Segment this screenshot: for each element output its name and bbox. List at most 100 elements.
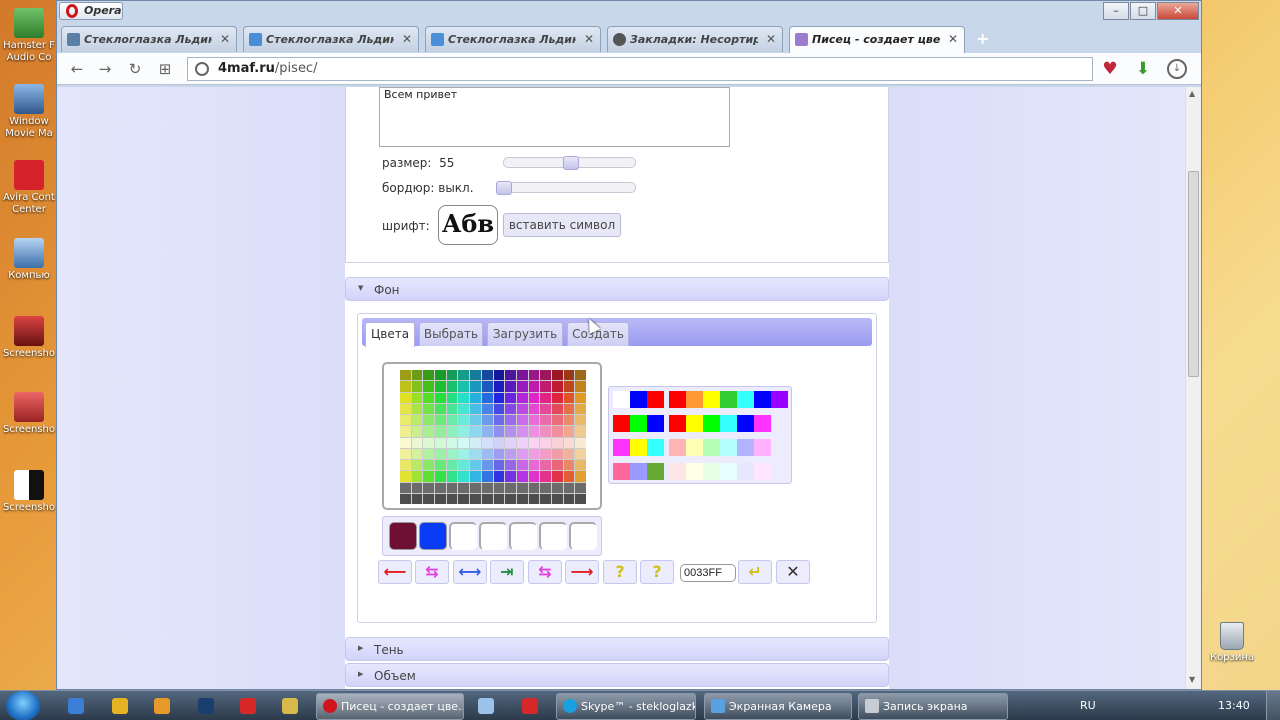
palette-color-cell[interactable] bbox=[551, 493, 563, 504]
recent-color-swatch[interactable] bbox=[389, 522, 417, 550]
palette-color-cell[interactable] bbox=[540, 403, 551, 414]
size-slider-handle[interactable] bbox=[563, 156, 579, 170]
palette-color-cell[interactable] bbox=[505, 381, 516, 392]
palette-color-cell[interactable] bbox=[446, 381, 458, 392]
palette-color-cell[interactable] bbox=[481, 460, 493, 471]
quick-color-swatch[interactable] bbox=[630, 391, 647, 408]
palette-color-cell[interactable] bbox=[400, 370, 411, 381]
quick-color-swatch[interactable] bbox=[686, 439, 703, 456]
palette-color-cell[interactable] bbox=[516, 448, 528, 459]
palette-color-cell[interactable] bbox=[575, 460, 586, 471]
palette-color-cell[interactable] bbox=[493, 493, 505, 504]
quick-color-swatch[interactable] bbox=[613, 439, 630, 456]
palette-color-cell[interactable] bbox=[458, 392, 470, 403]
palette-color-cell[interactable] bbox=[458, 460, 470, 471]
tab-close-icon[interactable]: ✕ bbox=[584, 32, 594, 46]
palette-color-cell[interactable] bbox=[470, 471, 481, 482]
app-icon[interactable] bbox=[478, 698, 494, 714]
palette-color-cell[interactable] bbox=[528, 460, 540, 471]
palette-color-cell[interactable] bbox=[528, 370, 540, 381]
tab-close-icon[interactable]: ✕ bbox=[402, 32, 412, 46]
palette-color-cell[interactable] bbox=[540, 437, 551, 448]
text-input[interactable]: Всем привет bbox=[379, 87, 730, 147]
palette-color-cell[interactable] bbox=[470, 493, 481, 504]
tab-close-icon[interactable]: ✕ bbox=[220, 32, 230, 46]
yandex-icon[interactable] bbox=[522, 698, 538, 714]
palette-color-cell[interactable] bbox=[470, 392, 481, 403]
palette-color-cell[interactable] bbox=[528, 493, 540, 504]
palette-color-cell[interactable] bbox=[400, 381, 411, 392]
palette-color-cell[interactable] bbox=[575, 482, 586, 493]
download-arrow-icon[interactable]: ⬇ bbox=[1132, 59, 1154, 79]
palette-color-cell[interactable] bbox=[470, 437, 481, 448]
palette-color-cell[interactable] bbox=[470, 415, 481, 426]
palette-color-cell[interactable] bbox=[400, 437, 411, 448]
tab-choose[interactable]: Выбрать bbox=[419, 322, 483, 346]
palette-color-cell[interactable] bbox=[446, 482, 458, 493]
desktop-icon-computer[interactable]: Компью bbox=[0, 238, 58, 282]
quick-color-swatch[interactable] bbox=[613, 415, 630, 432]
palette-color-cell[interactable] bbox=[411, 437, 423, 448]
palette-color-cell[interactable] bbox=[446, 392, 458, 403]
palette-color-cell[interactable] bbox=[540, 426, 551, 437]
palette-color-cell[interactable] bbox=[435, 392, 446, 403]
desktop-icon-screenshot-1[interactable]: Screensho bbox=[0, 316, 58, 360]
palette-color-cell[interactable] bbox=[400, 493, 411, 504]
palette-color-cell[interactable] bbox=[528, 482, 540, 493]
palette-color-cell[interactable] bbox=[435, 460, 446, 471]
palette-color-cell[interactable] bbox=[400, 403, 411, 414]
quick-color-swatch[interactable] bbox=[737, 439, 754, 456]
palette-color-cell[interactable] bbox=[528, 381, 540, 392]
palette-color-cell[interactable] bbox=[516, 370, 528, 381]
palette-color-cell[interactable] bbox=[423, 460, 435, 471]
palette-color-cell[interactable] bbox=[481, 448, 493, 459]
desktop-icon-screenshot-3[interactable]: Screensho bbox=[0, 470, 58, 514]
palette-color-cell[interactable] bbox=[446, 426, 458, 437]
palette-color-cell[interactable] bbox=[481, 493, 493, 504]
palette-color-cell[interactable] bbox=[505, 392, 516, 403]
palette-color-cell[interactable] bbox=[435, 471, 446, 482]
palette-color-cell[interactable] bbox=[423, 392, 435, 403]
quick-color-swatch[interactable] bbox=[754, 463, 771, 480]
palette-color-cell[interactable] bbox=[563, 437, 575, 448]
palette-color-cell[interactable] bbox=[411, 493, 423, 504]
palette-color-cell[interactable] bbox=[446, 448, 458, 459]
palette-color-cell[interactable] bbox=[458, 448, 470, 459]
palette-color-cell[interactable] bbox=[540, 471, 551, 482]
palette-color-cell[interactable] bbox=[458, 381, 470, 392]
palette-color-cell[interactable] bbox=[551, 370, 563, 381]
desktop-icon-hamster[interactable]: Hamster F Audio Co bbox=[0, 8, 58, 64]
scroll-up-icon[interactable]: ▲ bbox=[1189, 89, 1195, 98]
palette-color-cell[interactable] bbox=[540, 415, 551, 426]
palette-color-cell[interactable] bbox=[493, 426, 505, 437]
close-window-button[interactable]: ✕ bbox=[1157, 2, 1199, 20]
palette-color-cell[interactable] bbox=[446, 437, 458, 448]
task-skype[interactable]: Skype™ - stekloglazk... bbox=[556, 693, 696, 720]
palette-color-cell[interactable] bbox=[551, 437, 563, 448]
arrow-both-icon[interactable]: ⟷ bbox=[453, 560, 487, 584]
chrome-icon[interactable] bbox=[112, 698, 128, 714]
palette-color-cell[interactable] bbox=[540, 392, 551, 403]
palette-color-cell[interactable] bbox=[493, 437, 505, 448]
palette-color-cell[interactable] bbox=[470, 403, 481, 414]
palette-color-cell[interactable] bbox=[481, 482, 493, 493]
browser-tab-3[interactable]: Стеклоглазка Льдинка ✕ bbox=[425, 26, 601, 52]
palette-color-cell[interactable] bbox=[540, 381, 551, 392]
palette-color-cell[interactable] bbox=[481, 381, 493, 392]
palette-color-cell[interactable] bbox=[575, 448, 586, 459]
palette-color-cell[interactable] bbox=[458, 471, 470, 482]
border-slider-handle[interactable] bbox=[496, 181, 512, 195]
palette-color-cell[interactable] bbox=[423, 471, 435, 482]
palette-color-cell[interactable] bbox=[505, 448, 516, 459]
media-player-icon[interactable] bbox=[154, 698, 170, 714]
palette-color-cell[interactable] bbox=[411, 448, 423, 459]
palette-color-cell[interactable] bbox=[528, 448, 540, 459]
palette-color-cell[interactable] bbox=[481, 392, 493, 403]
font-preview[interactable]: Абв bbox=[438, 205, 498, 245]
border-slider[interactable] bbox=[496, 181, 636, 195]
palette-color-cell[interactable] bbox=[528, 437, 540, 448]
palette-color-cell[interactable] bbox=[400, 426, 411, 437]
palette-color-cell[interactable] bbox=[470, 370, 481, 381]
quick-color-swatch[interactable] bbox=[754, 439, 771, 456]
palette-color-cell[interactable] bbox=[563, 426, 575, 437]
